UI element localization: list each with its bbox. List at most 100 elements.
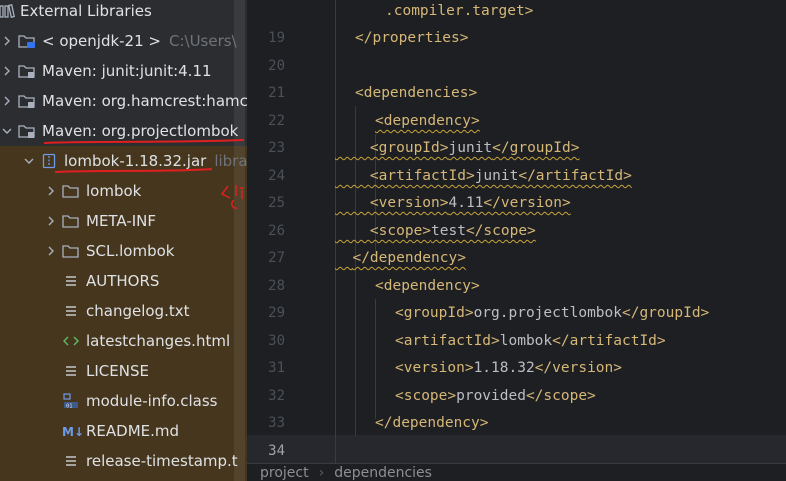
tree-item-maven-hamcrest[interactable]: Maven: org.hamcrest:hamc [0, 87, 247, 115]
chevron-right-icon[interactable] [0, 64, 14, 78]
tree-item-maven-projectlombok[interactable]: Maven: org.projectlombok [0, 117, 238, 145]
line-number: 28 [268, 278, 285, 294]
code-token: <groupId> [369, 140, 449, 156]
breadcrumb-separator-icon: › [318, 465, 325, 481]
indent-guide [375, 299, 376, 419]
tree-item-lombok-folder[interactable]: lombok [44, 177, 141, 205]
svg-text:01: 01 [66, 404, 73, 410]
code-line-26: <scope>test</scope> [335, 217, 536, 245]
tree-item-release-timestamp[interactable]: release-timestamp.t [58, 447, 238, 475]
line-number: 25 [268, 195, 285, 211]
code-token: <scope> [395, 388, 457, 404]
folder-icon [62, 183, 80, 199]
tree-item-external-libraries[interactable]: External Libraries [0, 0, 152, 25]
code-token: test [431, 223, 466, 239]
breadcrumb: project › dependencies [247, 463, 786, 481]
tree-item-lombok-jar[interactable]: lombok-1.18.32.jar libra [22, 147, 247, 175]
tree-item-label: Maven: junit:junit:4.11 [42, 62, 212, 80]
chevron-right-icon[interactable] [0, 34, 14, 48]
folder-icon [62, 213, 80, 229]
tree-scrollbar[interactable] [234, 0, 245, 481]
markdown-file-icon: M↓ [62, 423, 84, 439]
code-token: 1.18.32 [473, 360, 535, 376]
tree-item-label: Maven: org.projectlombok [42, 122, 239, 140]
code-line-24: <artifactId>junit</artifactId> [335, 162, 632, 190]
chevron-right-icon[interactable] [0, 94, 14, 108]
tree-item-label: latestchanges.html [86, 332, 231, 350]
code-line-29: <groupId>org.projectlombok</groupId> [395, 299, 709, 327]
tree-item-label: release-timestamp.t [86, 452, 238, 470]
jar-archive-icon [40, 153, 58, 169]
line-number: 27 [268, 250, 285, 266]
tree-item-scl-lombok[interactable]: SCL.lombok [44, 237, 174, 265]
tree-item-meta-inf[interactable]: META-INF [44, 207, 156, 235]
code-token: </version> [483, 195, 571, 211]
tree-item-openjdk[interactable]: < openjdk-21 > C:\Users\ [0, 27, 237, 55]
tree-item-label: LICENSE [86, 362, 149, 380]
code-editor[interactable]: 19 20 21 22 23 24 25 26 27 28 29 30 31 3… [247, 0, 786, 481]
tree-item-label: SCL.lombok [86, 242, 175, 260]
code-token: junit [474, 168, 519, 184]
code-line-31: <version>1.18.32</version> [395, 354, 622, 382]
tree-item-authors[interactable]: AUTHORS [58, 267, 159, 295]
jdk-folder-icon [18, 33, 36, 49]
chevron-right-icon[interactable] [44, 244, 58, 258]
tree-item-label: lombok [86, 182, 142, 200]
tree-item-changelog[interactable]: changelog.txt [58, 297, 189, 325]
tree-item-license[interactable]: LICENSE [58, 357, 149, 385]
breadcrumb-item-project[interactable]: project [260, 465, 309, 481]
code-token: <version> [395, 360, 474, 376]
breadcrumb-item-dependencies[interactable]: dependencies [334, 465, 432, 481]
library-icon [0, 3, 16, 19]
tree-item-label: module-info.class [86, 392, 218, 410]
code-line-21: <dependencies> [355, 85, 478, 101]
project-tree-panel: External Libraries < openjdk-21 > C:\Use… [0, 0, 247, 481]
line-number: 21 [268, 85, 285, 101]
code-token: <version> [369, 195, 449, 211]
code-token: lombok [499, 333, 553, 349]
folder-icon [62, 243, 80, 259]
line-number: 22 [268, 113, 285, 129]
tree-item-label: AUTHORS [86, 272, 160, 290]
library-folder-icon [18, 93, 36, 109]
code-token: </scope> [525, 388, 596, 404]
tree-item-label: META-INF [86, 212, 157, 230]
text-file-icon [62, 303, 80, 319]
code-line-33: </dependency> [375, 415, 489, 431]
code-token: <artifactId> [395, 333, 500, 349]
code-token: <artifactId> [369, 168, 475, 184]
chevron-right-icon[interactable] [44, 184, 58, 198]
code-token: <scope> [369, 223, 432, 239]
line-number: 24 [268, 168, 285, 184]
chevron-right-icon[interactable] [44, 214, 58, 228]
code-line-30: <artifactId>lombok</artifactId> [395, 327, 666, 355]
code-line-28: <dependency> [375, 278, 480, 294]
svg-text:M↓: M↓ [62, 425, 84, 438]
line-number: 30 [268, 333, 285, 349]
tree-item-module-info[interactable]: 01 module-info.class [58, 387, 218, 415]
code-token: <dependency> [375, 113, 480, 129]
chevron-down-icon[interactable] [0, 124, 14, 138]
code-token: </groupId> [492, 140, 580, 156]
code-token: 4.11 [448, 195, 484, 211]
current-line-highlight [247, 435, 786, 463]
code-line-23: <groupId>junit</groupId> [335, 134, 580, 162]
line-number: 26 [268, 223, 285, 239]
code-token: </dependency> [352, 250, 466, 266]
tree-item-readme[interactable]: M↓ README.md [58, 417, 179, 445]
line-number: 33 [268, 415, 285, 431]
tree-item-latestchanges[interactable]: latestchanges.html [58, 327, 230, 355]
library-folder-icon [18, 123, 36, 139]
line-number: 19 [268, 30, 285, 46]
code-line-25: <version>4.11</version> [335, 189, 571, 217]
line-number: 23 [268, 140, 285, 156]
code-token: </artifactId> [518, 168, 632, 184]
code-line-22: <dependency> [375, 107, 480, 135]
tree-item-maven-junit[interactable]: Maven: junit:junit:4.11 [0, 57, 212, 85]
chevron-down-icon[interactable] [22, 154, 36, 168]
html-file-icon [62, 333, 80, 349]
code-line-32: <scope>provided</scope> [395, 382, 596, 410]
tree-item-label: < openjdk-21 > [42, 32, 161, 50]
code-token: </scope> [465, 223, 536, 239]
tree-item-path: C:\Users\ [168, 32, 237, 50]
